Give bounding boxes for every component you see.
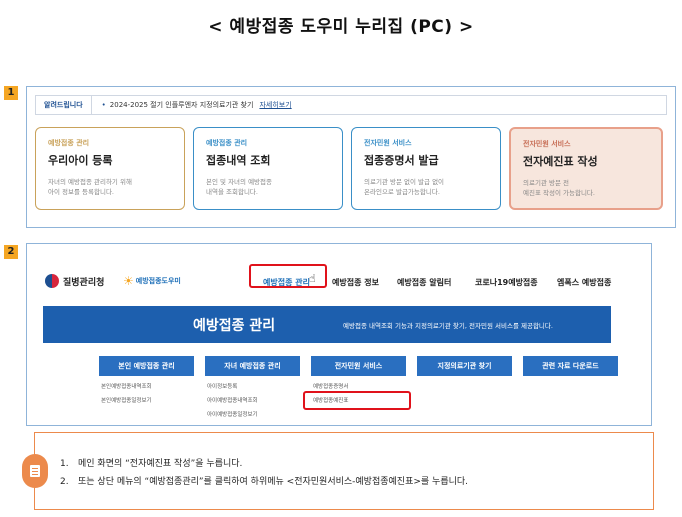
submenu-highlight-box <box>303 391 411 410</box>
sun-icon: ☀ <box>123 274 134 288</box>
card-register-child[interactable]: 예방접종 관리 우리아이 등록 자녀의 예방접종 관리하기 위해 아이 정보를 … <box>35 127 185 210</box>
submenu-head[interactable]: 관련 자료 다운로드 <box>523 356 618 376</box>
card-history-lookup[interactable]: 예방접종 관리 접종내역 조회 본인 및 자녀의 예방접종 내역을 조회합니다. <box>193 127 343 210</box>
submenu-downloads: 관련 자료 다운로드 <box>523 356 618 376</box>
submenu-head[interactable]: 자녀 예방접종 관리 <box>205 356 300 376</box>
banner-subtitle: 예방접종 내역조회 기능과 지정의료기관 찾기, 전자민원 서비스를 제공합니다… <box>343 321 553 330</box>
notice-detail-link[interactable]: 자세히보기 <box>259 100 291 110</box>
main-screen-panel: 알려드립니다 2024-2025 절기 인플루엔자 지정의료기관 찾기 자세히보… <box>26 86 676 228</box>
banner-title: 예방접종 관리 <box>193 317 276 334</box>
card-desc: 자녀의 예방접종 관리하기 위해 아이 정보를 등록합니다. <box>48 178 132 196</box>
submenu-child: 자녀 예방접종 관리 아이정보등록 아이예방접종내역조회 아이예방접종일정보기 <box>205 356 300 418</box>
submenu-head[interactable]: 전자민원 서비스 <box>311 356 406 376</box>
instruction-text: 메인 화면의 “전자예진표 작성”을 누릅니다. <box>78 459 243 469</box>
card-desc: 본인 및 자녀의 예방접종 내역을 조회합니다. <box>206 178 272 196</box>
section-banner: 예방접종 관리 예방접종 내역조회 기능과 지정의료기관 찾기, 전자민원 서비… <box>43 306 611 343</box>
submenu-item[interactable]: 아이예방접종일정보기 <box>205 410 300 418</box>
notice-text[interactable]: 2024-2025 절기 인플루엔자 지정의료기관 찾기 <box>92 100 254 110</box>
card-category: 예방접종 관리 <box>206 139 248 147</box>
notice-bar: 알려드립니다 2024-2025 절기 인플루엔자 지정의료기관 찾기 자세히보… <box>35 95 667 115</box>
instruction-item: 1. 메인 화면의 “전자예진표 작성”을 누릅니다. <box>60 455 468 473</box>
card-category: 예방접종 관리 <box>48 139 90 147</box>
submenu-head[interactable]: 본인 예방접종 관리 <box>99 356 194 376</box>
menu-covid19[interactable]: 코로나19예방접종 <box>475 277 538 288</box>
menu-vaccination-alerts[interactable]: 예방접종 알림터 <box>397 277 451 288</box>
submenu-head[interactable]: 지정의료기관 찾기 <box>417 356 512 376</box>
card-category: 전자민원 서비스 <box>523 140 571 148</box>
menu-screen-panel: 질병관리청 ☀ 예방접종도우미 예방접종 관리 예방접종 정보 예방접종 알림터… <box>26 243 652 426</box>
instruction-number: 1. <box>60 459 69 469</box>
kdca-logo-text: 질병관리청 <box>63 277 105 288</box>
submenu-item[interactable]: 아이예방접종내역조회 <box>205 396 300 404</box>
instruction-list: 1. 메인 화면의 “전자예진표 작성”을 누릅니다. 2. 또는 상단 메뉴의… <box>60 455 468 491</box>
notice-tag: 알려드립니다 <box>36 96 92 114</box>
card-title: 우리아이 등록 <box>48 154 113 167</box>
helper-logo[interactable]: ☀ 예방접종도우미 <box>123 274 181 288</box>
card-desc: 의료기관 방문 없이 발급 없이 온라인으로 발급가능합니다. <box>364 178 445 196</box>
kdca-logo[interactable]: 질병관리청 <box>45 274 104 288</box>
cursor-pointer-icon: ☝ <box>309 272 316 285</box>
menu-mpox[interactable]: 엠폭스 예방접종 <box>557 277 611 288</box>
page-title: < 예방접종 도우미 누리집 (PC) > <box>208 17 474 37</box>
card-desc: 의료기관 방문 전 예진표 작성이 가능합니다. <box>523 179 595 197</box>
submenu-item[interactable]: 본인예방접종일정보기 <box>99 396 194 404</box>
submenu-self: 본인 예방접종 관리 본인예방접종내역조회 본인예방접종일정보기 <box>99 356 194 404</box>
instruction-item: 2. 또는 상단 메뉴의 “예방접종관리”를 클릭하여 하위메뉴 <전자민원서비… <box>60 473 468 491</box>
step-badge-2: 2 <box>4 245 18 259</box>
helper-logo-text: 예방접종도우미 <box>135 277 181 285</box>
instruction-text: 또는 상단 메뉴의 “예방접종관리”를 클릭하여 하위메뉴 <전자민원서비스-예… <box>78 477 469 487</box>
step-badge-1: 1 <box>4 86 18 100</box>
submenu-item[interactable]: 아이정보등록 <box>205 382 300 390</box>
submenu-clinic-search: 지정의료기관 찾기 <box>417 356 512 376</box>
instruction-number: 2. <box>60 477 69 487</box>
card-category: 전자민원 서비스 <box>364 139 412 147</box>
card-certificate[interactable]: 전자민원 서비스 접종증명서 발급 의료기관 방문 없이 발급 없이 온라인으로… <box>351 127 501 210</box>
card-title: 접종증명서 발급 <box>364 154 439 167</box>
submenu-item[interactable]: 예방접종증명서 <box>311 382 406 390</box>
menu-vaccination-info[interactable]: 예방접종 정보 <box>332 277 379 288</box>
kdca-emblem-icon <box>45 274 59 288</box>
card-title: 접종내역 조회 <box>206 154 271 167</box>
card-title: 전자예진표 작성 <box>523 155 598 168</box>
card-e-prescreening[interactable]: 전자민원 서비스 전자예진표 작성 의료기관 방문 전 예진표 작성이 가능합니… <box>509 127 663 210</box>
memo-icon <box>22 454 48 488</box>
submenu-item[interactable]: 본인예방접종내역조회 <box>99 382 194 390</box>
